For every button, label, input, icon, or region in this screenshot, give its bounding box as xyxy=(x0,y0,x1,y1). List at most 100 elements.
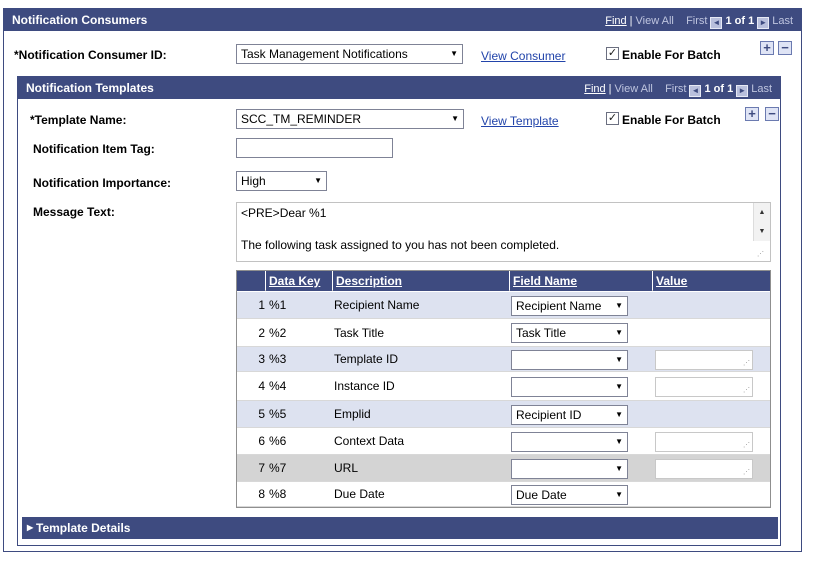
importance-label: Notification Importance: xyxy=(33,176,172,190)
consumer-id-label: *Notification Consumer ID: xyxy=(14,48,167,62)
view-consumer-link[interactable]: View Consumer xyxy=(481,49,565,63)
row-value-cell xyxy=(653,482,770,506)
remove-consumer-icon[interactable]: − xyxy=(778,41,792,55)
importance-value: High xyxy=(241,174,266,188)
row-range: 1 of 1 xyxy=(725,15,755,27)
view-all-link[interactable]: View All xyxy=(615,83,653,95)
next-icon[interactable]: ► xyxy=(736,85,749,97)
field-name-dropdown[interactable]: ▼ xyxy=(511,459,628,479)
row-number: 8 xyxy=(258,487,265,501)
chevron-down-icon: ▼ xyxy=(615,328,623,337)
chevron-down-icon: ▼ xyxy=(615,301,623,310)
value-input[interactable]: ⋰ xyxy=(655,377,753,397)
grid-header-description[interactable]: Description xyxy=(333,271,509,291)
field-name-dropdown[interactable]: ▼ xyxy=(511,377,628,397)
field-name-dropdown[interactable]: Task Title ▼ xyxy=(511,323,628,343)
field-name-dropdown[interactable]: Recipient Name ▼ xyxy=(511,296,628,316)
grid-header-data-key[interactable]: Data Key xyxy=(266,271,332,291)
section-title: Notification Consumers xyxy=(12,13,148,27)
last-label: Last xyxy=(751,83,772,95)
field-name-value: Task Title xyxy=(516,326,567,340)
row-data-key: %7 xyxy=(269,461,287,475)
add-consumer-icon[interactable]: + xyxy=(760,41,774,55)
row-description: Instance ID xyxy=(334,379,395,393)
chevron-down-icon: ▼ xyxy=(615,464,623,473)
field-name-dropdown[interactable]: Due Date ▼ xyxy=(511,485,628,505)
view-all-link[interactable]: View All xyxy=(636,15,674,27)
table-row: 2 %2 Task Title Task Title ▼ xyxy=(237,319,770,347)
grid-header-row: Data Key Description Field Name Value xyxy=(237,271,770,291)
row-description: URL xyxy=(334,461,359,475)
row-number: 6 xyxy=(258,434,265,448)
template-name-label: *Template Name: xyxy=(30,113,127,127)
row-field-name-cell: Recipient ID ▼ xyxy=(509,401,651,427)
grid-header-value[interactable]: Value xyxy=(653,271,770,291)
row-description: Recipient Name xyxy=(334,298,420,312)
grid-header-field-name[interactable]: Field Name xyxy=(510,271,652,291)
item-tag-label: Notification Item Tag: xyxy=(33,142,155,156)
field-name-dropdown[interactable]: Recipient ID ▼ xyxy=(511,405,628,425)
row-data-key: %1 xyxy=(269,298,287,312)
row-field-name-cell: ▼ xyxy=(509,372,651,400)
importance-dropdown[interactable]: High ▼ xyxy=(236,171,327,191)
table-row: 3 %3 Template ID ▼ ⋰ xyxy=(237,347,770,372)
message-textarea[interactable] xyxy=(236,202,771,262)
value-input[interactable]: ⋰ xyxy=(655,350,753,370)
row-number: 7 xyxy=(258,461,265,475)
template-enable-batch-checkbox[interactable]: ✓ xyxy=(606,112,619,125)
view-template-link[interactable]: View Template xyxy=(481,114,559,128)
row-field-name-cell: Recipient Name ▼ xyxy=(509,292,651,318)
row-range: 1 of 1 xyxy=(704,83,734,95)
item-tag-input[interactable] xyxy=(236,138,393,158)
add-template-icon[interactable]: + xyxy=(745,107,759,121)
find-link[interactable]: Find xyxy=(605,15,626,27)
prev-icon[interactable]: ◄ xyxy=(689,85,702,97)
row-value-cell: ⋰ xyxy=(653,372,770,400)
value-input[interactable]: ⋰ xyxy=(655,459,753,479)
row-data-key: %8 xyxy=(269,487,287,501)
scroll-up-icon[interactable]: ▲ xyxy=(754,203,770,222)
chevron-down-icon: ▼ xyxy=(314,176,322,185)
template-details-section[interactable]: ▶ Template Details xyxy=(22,517,778,539)
field-name-value: Recipient ID xyxy=(516,408,582,422)
field-name-dropdown[interactable]: ▼ xyxy=(511,350,628,370)
template-name-dropdown[interactable]: SCC_TM_REMINDER ▼ xyxy=(236,109,464,129)
row-field-name-cell: Task Title ▼ xyxy=(509,319,651,346)
table-row: 8 %8 Due Date Due Date ▼ xyxy=(237,482,770,507)
row-number: 5 xyxy=(258,407,265,421)
next-icon[interactable]: ► xyxy=(757,17,770,29)
row-field-name-cell: Due Date ▼ xyxy=(509,482,651,506)
row-field-name-cell: ▼ xyxy=(509,428,651,454)
field-name-dropdown[interactable]: ▼ xyxy=(511,432,628,452)
consumer-enable-batch-checkbox[interactable]: ✓ xyxy=(606,47,619,60)
resize-grip-icon: ⋰ xyxy=(743,469,750,476)
remove-template-icon[interactable]: − xyxy=(765,107,779,121)
consumer-id-dropdown[interactable]: Task Management Notifications ▼ xyxy=(236,44,463,64)
resize-grip-icon: ⋰ xyxy=(743,360,750,367)
find-link[interactable]: Find xyxy=(584,83,605,95)
template-name-value: SCC_TM_REMINDER xyxy=(241,112,362,126)
chevron-down-icon: ▼ xyxy=(615,410,623,419)
row-data-key: %3 xyxy=(269,352,287,366)
notification-consumers-header: Notification Consumers Find | View All Fir… xyxy=(4,9,801,31)
row-number: 1 xyxy=(258,298,265,312)
row-value-cell xyxy=(653,292,770,318)
row-number: 3 xyxy=(258,352,265,366)
message-scrollbar[interactable]: ▲ ▼ xyxy=(753,203,770,241)
resize-grip-icon[interactable]: ⋰ xyxy=(757,250,764,258)
field-name-value: Due Date xyxy=(516,488,567,502)
section-title: Notification Templates xyxy=(26,81,154,95)
value-input[interactable]: ⋰ xyxy=(655,432,753,452)
row-data-key: %5 xyxy=(269,407,287,421)
data-key-grid: Data Key Description Field Name Value 1%… xyxy=(236,270,771,508)
table-row: 4 %4 Instance ID ▼ ⋰ xyxy=(237,372,770,401)
table-row: 7 %7 URL ▼ ⋰ xyxy=(237,455,770,482)
expand-triangle-icon: ▶ xyxy=(27,523,34,532)
first-label: First xyxy=(686,15,708,27)
chevron-down-icon: ▼ xyxy=(615,382,623,391)
message-text-label: Message Text: xyxy=(33,205,115,219)
row-number: 4 xyxy=(258,379,265,393)
prev-icon[interactable]: ◄ xyxy=(710,17,723,29)
first-label: First xyxy=(665,83,687,95)
scroll-down-icon[interactable]: ▼ xyxy=(754,222,770,241)
